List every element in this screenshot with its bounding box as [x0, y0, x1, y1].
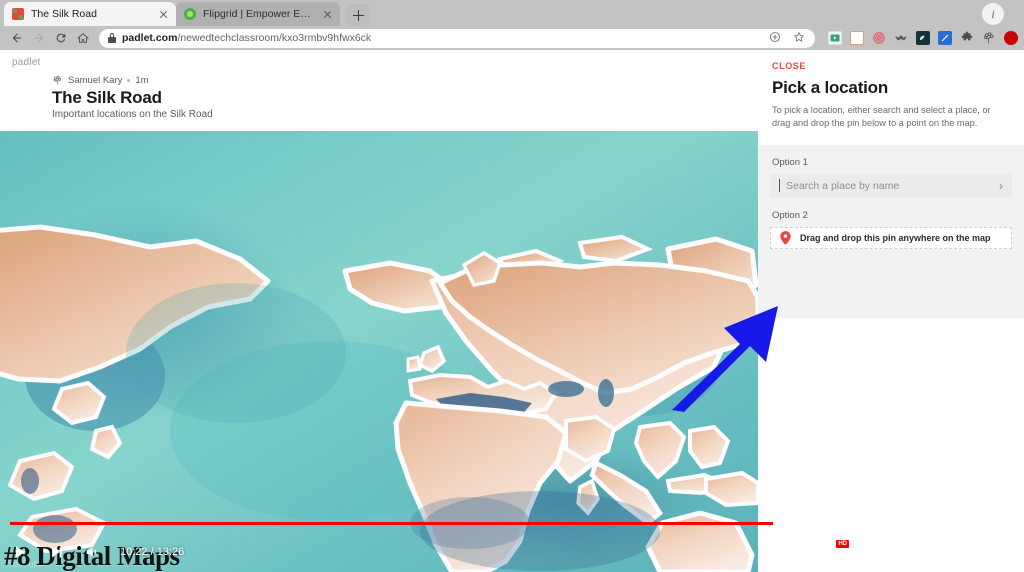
quality-badge: HD: [836, 540, 849, 548]
post-author: Samuel Kary: [68, 75, 123, 86]
panel-card: CLOSE Pick a location To pick a location…: [758, 50, 1024, 145]
cast-icon[interactable]: [944, 536, 976, 568]
flipgrid-favicon: [184, 8, 196, 20]
search-placeholder: Search a place by name: [786, 179, 900, 192]
world-map-canvas[interactable]: [0, 131, 758, 572]
share-circle-icon[interactable]: [769, 31, 781, 46]
forward-arrow-icon: [28, 27, 50, 49]
close-icon[interactable]: [321, 8, 334, 21]
close-button[interactable]: CLOSE: [772, 61, 1010, 71]
world-map-illustration: [0, 131, 758, 572]
blue-pen-extension-icon[interactable]: [938, 31, 952, 45]
document-extension-icon[interactable]: [850, 31, 864, 45]
new-tab-button[interactable]: [346, 4, 370, 26]
post-timestamp: 1m: [135, 75, 149, 86]
page-subtitle: Important locations on the Silk Road: [52, 109, 213, 120]
tab-strip: The Silk Road Flipgrid | Empower Every V…: [0, 0, 1024, 26]
close-icon[interactable]: [157, 8, 170, 21]
fullscreen-icon[interactable]: [986, 536, 1018, 568]
map-pin-icon[interactable]: [780, 230, 791, 245]
pick-a-location-panel: CLOSE Pick a location To pick a location…: [758, 50, 1024, 572]
panel-description: To pick a location, either search and se…: [772, 105, 991, 129]
browser-chrome: The Silk Road Flipgrid | Empower Every V…: [0, 0, 1024, 50]
gear-icon[interactable]: HD: [818, 536, 850, 568]
padlet-logo[interactable]: padlet: [12, 57, 40, 68]
tab-title: Flipgrid | Empower Every Voice: [203, 8, 314, 20]
screencastify-extension-icon[interactable]: [828, 31, 842, 45]
extension-toolbar: [820, 31, 1018, 45]
post-meta: Samuel Kary 1m: [52, 75, 149, 86]
lock-icon: [108, 33, 116, 43]
search-input[interactable]: Search a place by name ›: [770, 173, 1012, 198]
option-2-label: Option 2: [772, 209, 808, 221]
puzzle-extension-icon[interactable]: [960, 31, 974, 45]
progress-bar[interactable]: [10, 522, 1014, 525]
pin-label: Drag and drop this pin anywhere on the m…: [800, 232, 991, 243]
text-caret: [779, 179, 780, 193]
time-display: 10:22 / 13:26: [120, 546, 185, 558]
tab-the-silk-road[interactable]: The Silk Road: [4, 2, 176, 26]
volume-icon[interactable]: [76, 536, 108, 568]
info-badge[interactable]: i: [982, 3, 1004, 25]
spiral-extension-icon[interactable]: [872, 31, 886, 45]
tab-flipgrid[interactable]: Flipgrid | Empower Every Voice: [176, 2, 340, 26]
play-icon[interactable]: [4, 536, 36, 568]
miniplayer-icon[interactable]: [860, 536, 892, 568]
url-text: padlet.com/newedtechclassroom/kxo3rmbv9h…: [122, 32, 372, 44]
option-1-label: Option 1: [772, 156, 808, 168]
tree-extension-icon[interactable]: [982, 31, 996, 45]
player-left-controls: 10:22 / 13:26: [4, 536, 192, 568]
back-arrow-icon[interactable]: [6, 27, 28, 49]
screenshot-root: The Silk Road Flipgrid | Empower Every V…: [0, 0, 1024, 572]
video-player-controls: 10:22 / 13:26 HD: [0, 522, 1024, 572]
star-icon[interactable]: [793, 31, 805, 46]
panel-title: Pick a location: [772, 78, 889, 97]
reload-icon[interactable]: [50, 27, 72, 49]
padlet-page: padlet Samuel Kary 1m The Silk Road Impo…: [0, 50, 1024, 572]
draggable-pin-row[interactable]: Drag and drop this pin anywhere on the m…: [770, 226, 1012, 249]
record-extension-icon[interactable]: [1004, 31, 1018, 45]
bat-extension-icon[interactable]: [894, 31, 908, 45]
padlet-favicon: [12, 8, 24, 20]
padlet-header: padlet Samuel Kary 1m The Silk Road Impo…: [0, 50, 758, 131]
browser-toolbar: padlet.com/newedtechclassroom/kxo3rmbv9h…: [0, 26, 1024, 50]
home-icon[interactable]: [72, 27, 94, 49]
next-track-icon[interactable]: [40, 536, 72, 568]
tree-avatar-icon: [53, 76, 62, 85]
player-right-controls: HD: [776, 536, 1018, 568]
progress-played: [10, 522, 774, 525]
theater-mode-icon[interactable]: [902, 536, 934, 568]
meta-separator: [127, 79, 131, 82]
page-title: The Silk Road: [52, 88, 162, 107]
address-bar[interactable]: padlet.com/newedtechclassroom/kxo3rmbv9h…: [99, 28, 815, 48]
tab-title: The Silk Road: [31, 8, 97, 20]
pear-deck-extension-icon[interactable]: [916, 31, 930, 45]
chevron-right-icon[interactable]: ›: [999, 179, 1003, 193]
closed-captions-icon[interactable]: [776, 536, 808, 568]
